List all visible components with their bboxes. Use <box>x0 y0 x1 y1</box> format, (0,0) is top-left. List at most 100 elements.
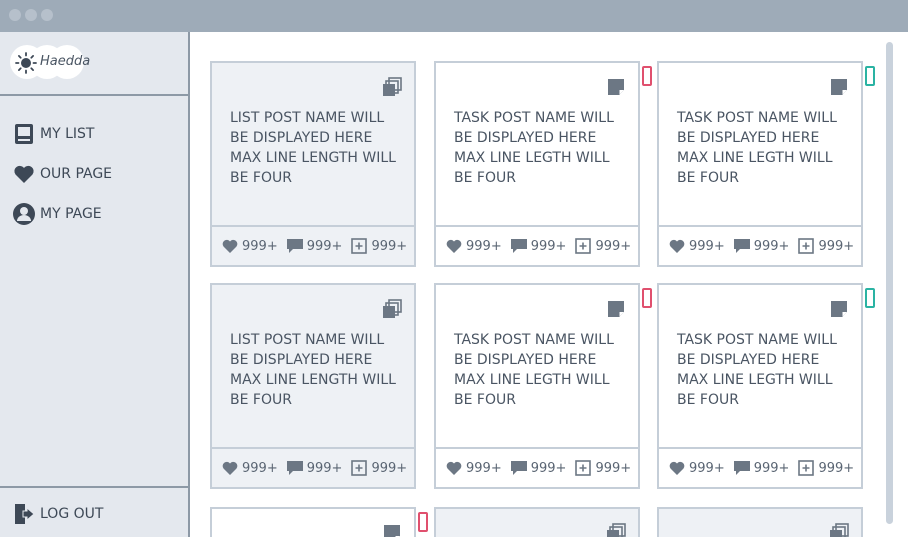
task-post-card[interactable] <box>210 507 428 537</box>
copy-icon <box>607 523 626 537</box>
comment-count: 999+ <box>306 238 343 254</box>
like-stat[interactable]: 999+ <box>668 459 725 477</box>
comment-count: 999+ <box>306 460 343 476</box>
add-stat[interactable]: 999+ <box>574 459 631 477</box>
scrollbar[interactable] <box>886 42 893 524</box>
card-title: TASK POST NAME WILL BE DISPLAYED HERE MA… <box>454 332 614 408</box>
add-stat[interactable]: 999+ <box>574 237 631 255</box>
add-box-icon <box>351 460 368 476</box>
sun-icon <box>15 52 37 74</box>
window-maximize-button[interactable] <box>41 9 53 21</box>
sidebar-item-label: MY PAGE <box>40 206 102 222</box>
comment-count: 999+ <box>753 460 790 476</box>
logo-text: Haedda <box>40 54 91 69</box>
like-stat[interactable]: 999+ <box>668 237 725 255</box>
add-stat[interactable]: 999+ <box>350 459 407 477</box>
card-title: TASK POST NAME WILL BE DISPLAYED HERE MA… <box>677 110 837 186</box>
sidebar: Haedda MY LIST OUR PAGE MY PAGE LOG OUT <box>0 32 190 537</box>
add-box-icon <box>798 238 815 254</box>
card-footer: 999+ 999+ 999+ <box>212 447 414 487</box>
card-footer: 999+ 999+ 999+ <box>659 447 861 487</box>
comment-stat[interactable]: 999+ <box>733 237 789 255</box>
like-stat[interactable]: 999+ <box>221 459 278 477</box>
logout-icon <box>15 504 35 524</box>
card-title: LIST POST NAME WILL BE DISPLAYED HERE MA… <box>230 332 396 408</box>
task-post-card[interactable]: TASK POST NAME WILL BE DISPLAYED HERE MA… <box>657 283 875 489</box>
like-count: 999+ <box>242 238 278 254</box>
heart-icon <box>222 239 238 253</box>
card-footer: 999+ 999+ 999+ <box>659 225 861 265</box>
card-title: TASK POST NAME WILL BE DISPLAYED HERE MA… <box>454 110 614 186</box>
list-post-card[interactable]: LIST POST NAME WILL BE DISPLAYED HERE MA… <box>210 61 416 267</box>
comment-icon <box>510 239 527 253</box>
add-stat[interactable]: 999+ <box>350 237 407 255</box>
task-post-card[interactable]: TASK POST NAME WILL BE DISPLAYED HERE MA… <box>434 283 652 489</box>
heart-icon <box>669 239 685 253</box>
comment-count: 999+ <box>530 460 567 476</box>
add-stat[interactable]: 999+ <box>797 237 854 255</box>
sidebar-item-my-list[interactable]: MY LIST <box>12 121 94 147</box>
sidebar-item-my-page[interactable]: MY PAGE <box>12 201 102 227</box>
add-count: 999+ <box>595 460 632 476</box>
list-post-card[interactable] <box>657 507 863 537</box>
like-count: 999+ <box>689 238 725 254</box>
like-count: 999+ <box>466 460 502 476</box>
add-stat[interactable]: 999+ <box>797 459 854 477</box>
add-box-icon <box>351 238 368 254</box>
comment-icon <box>510 461 527 475</box>
heart-icon <box>446 461 462 475</box>
heart-icon <box>446 239 462 253</box>
status-tag <box>865 288 875 308</box>
like-count: 999+ <box>466 238 502 254</box>
add-count: 999+ <box>818 460 855 476</box>
like-stat[interactable]: 999+ <box>221 237 278 255</box>
comment-icon <box>286 461 303 475</box>
comment-stat[interactable]: 999+ <box>510 459 567 477</box>
list-post-card[interactable]: LIST POST NAME WILL BE DISPLAYED HERE MA… <box>210 283 416 489</box>
heart-icon <box>669 461 685 475</box>
task-post-card[interactable]: TASK POST NAME WILL BE DISPLAYED HERE MA… <box>657 61 875 267</box>
window-close-button[interactable] <box>9 9 21 21</box>
card-title: LIST POST NAME WILL BE DISPLAYED HERE MA… <box>230 110 396 186</box>
like-count: 999+ <box>689 460 725 476</box>
sidebar-item-our-page[interactable]: OUR PAGE <box>12 161 112 187</box>
user-icon <box>13 203 35 225</box>
like-stat[interactable]: 999+ <box>445 237 502 255</box>
like-count: 999+ <box>242 460 278 476</box>
divider <box>0 94 188 96</box>
sidebar-item-label: MY LIST <box>40 126 95 142</box>
comment-stat[interactable]: 999+ <box>286 459 343 477</box>
card-title: TASK POST NAME WILL BE DISPLAYED HERE MA… <box>677 332 837 408</box>
copy-icon <box>383 299 402 318</box>
add-count: 999+ <box>595 238 632 254</box>
card-footer: 999+ 999+ 999+ <box>436 225 638 265</box>
like-stat[interactable]: 999+ <box>445 459 502 477</box>
copy-icon <box>830 523 849 537</box>
sidebar-item-label: OUR PAGE <box>40 166 113 182</box>
task-post-card[interactable]: TASK POST NAME WILL BE DISPLAYED HERE MA… <box>434 61 652 267</box>
note-icon <box>831 301 847 317</box>
note-icon <box>831 79 847 95</box>
comment-icon <box>733 239 750 253</box>
add-box-icon <box>798 460 815 476</box>
note-icon <box>608 301 624 317</box>
card-footer: 999+ 999+ 999+ <box>212 225 414 265</box>
add-box-icon <box>575 460 592 476</box>
window-titlebar <box>0 0 908 32</box>
status-tag <box>865 66 875 86</box>
comment-icon <box>286 239 303 253</box>
add-count: 999+ <box>818 238 855 254</box>
heart-icon <box>222 461 238 475</box>
comment-stat[interactable]: 999+ <box>286 237 343 255</box>
status-tag <box>418 512 428 532</box>
list-post-card[interactable] <box>434 507 640 537</box>
app-logo[interactable]: Haedda <box>10 45 90 79</box>
logout-label: LOG OUT <box>40 506 104 522</box>
comment-stat[interactable]: 999+ <box>510 237 566 255</box>
comment-stat[interactable]: 999+ <box>733 459 790 477</box>
logout-button[interactable]: LOG OUT <box>12 501 103 527</box>
add-count: 999+ <box>371 460 408 476</box>
copy-icon <box>383 77 402 96</box>
heart-icon <box>14 165 34 183</box>
window-minimize-button[interactable] <box>25 9 37 21</box>
